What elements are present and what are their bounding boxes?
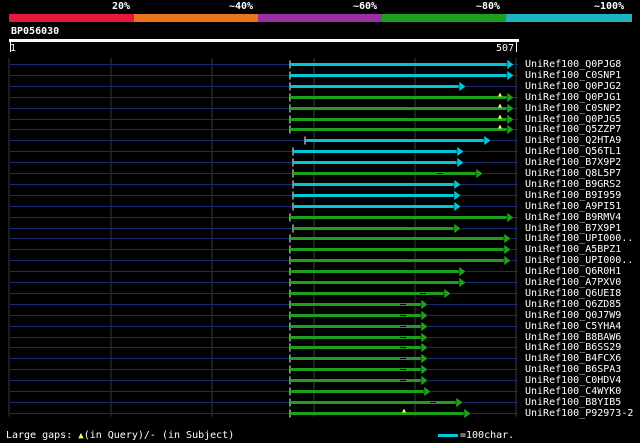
hit-label-link[interactable]: UniRef100_B6SS29 xyxy=(525,342,621,353)
hit-label-link[interactable]: UniRef100_B9GRS2 xyxy=(525,179,621,190)
hit-arrow-icon xyxy=(420,364,429,375)
hit-label-link[interactable]: UniRef100_Q0J7W9 xyxy=(525,310,621,321)
hit-arrow-icon xyxy=(506,103,515,114)
hit-arrow-icon xyxy=(420,353,429,364)
hit-label-link[interactable]: UniRef100_C0SNP1 xyxy=(525,70,621,81)
hit-label-link[interactable]: UniRef100_A7PXV0 xyxy=(525,277,621,288)
hit-label-link[interactable]: UniRef100_A9PI51 xyxy=(525,201,621,212)
query-gap-triangle-icon xyxy=(498,92,502,97)
hit-arrow-icon xyxy=(506,212,515,223)
scale-bar xyxy=(438,434,458,437)
gap-legend-query: (in Query)/ xyxy=(83,430,150,441)
hit-arrow-icon xyxy=(506,70,515,81)
hit-arrow-icon xyxy=(506,59,515,70)
gap-legend-subject: - (in Subject) xyxy=(149,430,235,441)
hit-arrow-icon xyxy=(420,342,429,353)
hit-arrow-icon xyxy=(420,375,429,386)
hit-arrow-icon xyxy=(503,233,512,244)
hit-label-link[interactable]: UniRef100_C0HDV4 xyxy=(525,375,621,386)
hit-label-link[interactable]: UniRef100_C4WYK0 xyxy=(525,386,621,397)
hit-label-link[interactable]: UniRef100_Q0PJG5 xyxy=(525,114,621,125)
gap-legend: Large gaps: ▲(in Query)/- (in Subject) xyxy=(6,430,234,441)
query-gap-triangle-icon xyxy=(498,124,502,129)
hit-label-link[interactable]: UniRef100_Q2HTA9 xyxy=(525,135,621,146)
hit-arrow-icon xyxy=(453,201,462,212)
hit-arrow-icon xyxy=(475,168,484,179)
hit-arrow-icon xyxy=(456,157,465,168)
hit-label-link[interactable]: UniRef100_Q0PJG1 xyxy=(525,92,621,103)
hit-label-link[interactable]: UniRef100_Q6UEI8 xyxy=(525,288,621,299)
hit-arrow-icon xyxy=(420,310,429,321)
hit-label-link[interactable]: UniRef100_B8YIB5 xyxy=(525,397,621,408)
hit-arrow-icon xyxy=(420,332,429,343)
hit-label-link[interactable]: UniRef100_Q0PJG8 xyxy=(525,59,621,70)
hit-label-link[interactable]: UniRef100_B9I959 xyxy=(525,190,621,201)
gap-legend-prefix: Large gaps: xyxy=(6,430,73,441)
query-gap-triangle-icon xyxy=(402,408,406,413)
hit-label-link[interactable]: UniRef100_B6SPA3 xyxy=(525,364,621,375)
hit-arrow-icon xyxy=(506,92,515,103)
hit-label-link[interactable]: UniRef100_Q8L5P7 xyxy=(525,168,621,179)
hit-arrow-icon xyxy=(458,277,467,288)
hit-label-link[interactable]: UniRef100_A5BPZ1 xyxy=(525,244,621,255)
hit-arrow-icon xyxy=(458,266,467,277)
query-gap-triangle-icon xyxy=(498,103,502,108)
hit-arrow-icon xyxy=(455,397,464,408)
hit-label-link[interactable]: UniRef100_B8BAW6 xyxy=(525,332,621,343)
hit-arrow-icon xyxy=(453,190,462,201)
hit-arrow-icon xyxy=(458,81,467,92)
hit-label-link[interactable]: UniRef100_B9RMV4 xyxy=(525,212,621,223)
hit-arrow-icon xyxy=(453,223,462,234)
hit-arrow-icon xyxy=(420,299,429,310)
hit-label-link[interactable]: UniRef100_UPI000.. xyxy=(525,233,633,244)
hit-label-link[interactable]: UniRef100_Q5ZZP7 xyxy=(525,124,621,135)
hit-label-link[interactable]: UniRef100_UPI000.. xyxy=(525,255,633,266)
hit-label-link[interactable]: UniRef100_Q56TL1 xyxy=(525,146,621,157)
hit-arrow-icon xyxy=(503,244,512,255)
hit-arrow-icon xyxy=(423,386,432,397)
hit-label-link[interactable]: UniRef100_Q6R0H1 xyxy=(525,266,621,277)
hit-arrow-icon xyxy=(456,146,465,157)
hit-arrow-icon xyxy=(443,288,452,299)
hit-arrow-icon xyxy=(483,135,492,146)
query-gap-triangle-icon xyxy=(498,114,502,119)
scale-bar-label: =100char. xyxy=(460,430,515,441)
hit-label-link[interactable]: UniRef100_B7X9P2 xyxy=(525,157,621,168)
hit-label-link[interactable]: UniRef100_C0SNP2 xyxy=(525,103,621,114)
hit-label-link[interactable]: UniRef100_B7X9P1 xyxy=(525,223,621,234)
hit-arrow-icon xyxy=(420,321,429,332)
hit-arrow-icon xyxy=(463,408,472,419)
hit-label-link[interactable]: UniRef100_Q0PJG2 xyxy=(525,81,621,92)
hit-arrow-icon xyxy=(503,255,512,266)
hit-label-link[interactable]: UniRef100_B4FCX6 xyxy=(525,353,621,364)
hit-label-link[interactable]: UniRef100_C5YHA4 xyxy=(525,321,621,332)
hit-label-link[interactable]: UniRef100_Q6ZD85 xyxy=(525,299,621,310)
hit-arrow-icon xyxy=(453,179,462,190)
hit-arrow-icon xyxy=(506,124,515,135)
hit-arrow-icon xyxy=(506,114,515,125)
hit-label-link[interactable]: UniRef100_P92973-2 xyxy=(525,408,633,419)
